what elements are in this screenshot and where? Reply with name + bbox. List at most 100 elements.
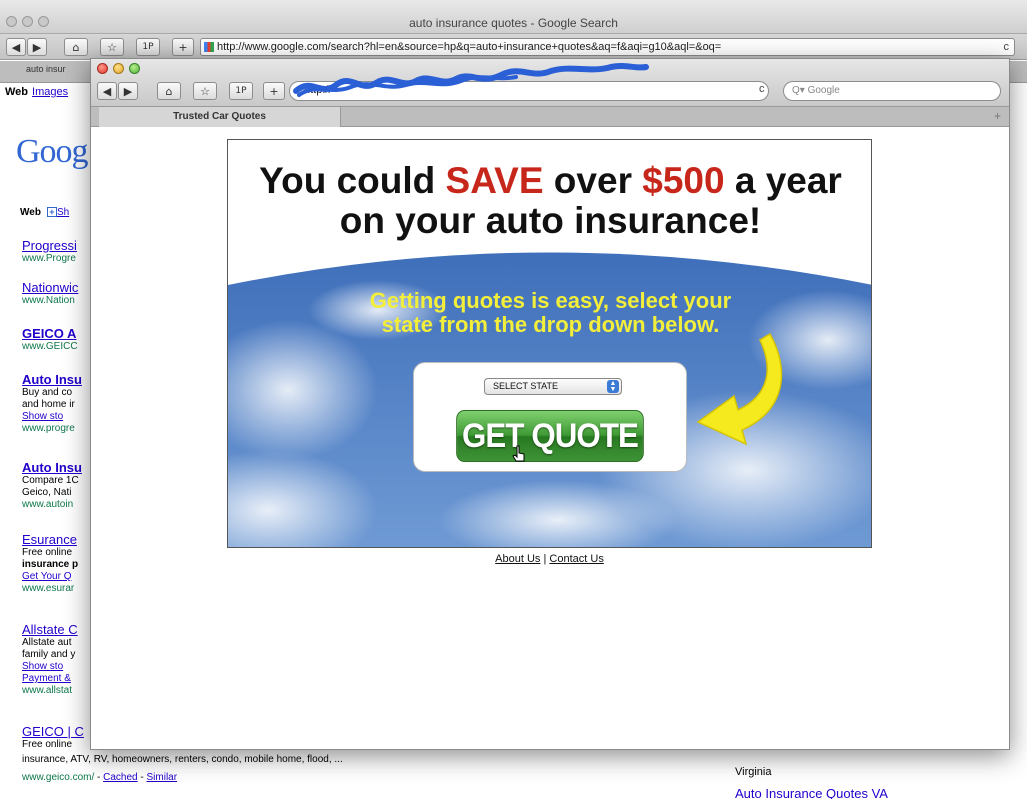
result-title[interactable]: Allstate C bbox=[22, 622, 90, 637]
tab-trusted-car-quotes[interactable]: Trusted Car Quotes bbox=[99, 107, 341, 127]
result-snippet: and home ir bbox=[22, 399, 75, 410]
headline-text: a year bbox=[724, 160, 842, 201]
home-button[interactable]: ⌂ bbox=[157, 82, 181, 100]
ad-footer-links: About Us | Contact Us bbox=[227, 553, 872, 565]
result-show-stocks[interactable]: Show sto bbox=[22, 661, 90, 673]
cached-link[interactable]: Cached bbox=[103, 772, 137, 783]
window-title: auto insurance quotes - Google Search bbox=[409, 16, 618, 30]
popup-browser-window: ◀ ▶ ⌂ ☆ 1P + http:// c Q▾ Google Trusted… bbox=[90, 58, 1010, 750]
1p-button[interactable]: 1P bbox=[229, 82, 253, 100]
add-bookmark-button[interactable]: + bbox=[172, 38, 194, 56]
get-quote-button[interactable]: GET QUOTE bbox=[456, 410, 644, 462]
result-url-line: www.geico.com/ - Cached - Similar bbox=[22, 772, 178, 783]
result-url: www.Nation bbox=[22, 295, 75, 306]
result-show-stocks[interactable]: Show sto bbox=[22, 411, 90, 423]
result-snippet: insurance p bbox=[22, 559, 79, 570]
headline-save: SAVE bbox=[445, 160, 544, 201]
back-button[interactable]: ◀ bbox=[6, 38, 26, 56]
1p-button[interactable]: 1P bbox=[136, 38, 160, 56]
select-arrows-icon: ▲ ▼ bbox=[607, 380, 619, 393]
popup-address-bar[interactable]: http:// bbox=[289, 81, 769, 101]
expand-icon[interactable]: + bbox=[46, 207, 57, 218]
result-snippet: Compare 1C bbox=[22, 475, 79, 486]
zoom-window-button[interactable] bbox=[129, 63, 140, 74]
home-button[interactable]: ⌂ bbox=[64, 38, 88, 56]
background-tab[interactable]: auto insur bbox=[26, 64, 66, 74]
popup-title-bar: ◀ ▶ ⌂ ☆ 1P + http:// c Q▾ Google bbox=[91, 59, 1009, 107]
result-snippet: Allstate aut bbox=[22, 637, 72, 648]
popup-address-url: http:// bbox=[304, 84, 332, 96]
address-bar[interactable]: http://www.google.com/search?hl=en&sourc… bbox=[200, 38, 1015, 56]
popup-search-field[interactable]: Q▾ Google bbox=[783, 81, 1001, 101]
result-title[interactable]: GEICO A bbox=[22, 326, 90, 341]
background-toolbar: ◀ ▶ ⌂ ☆ 1P + http://www.google.com/searc… bbox=[0, 34, 1027, 60]
reload-icon[interactable]: c bbox=[759, 83, 765, 95]
bookmark-button[interactable]: ☆ bbox=[193, 82, 217, 100]
result-snippet: Free online bbox=[22, 547, 73, 558]
search-result: Nationwic www.Nation bbox=[22, 280, 90, 307]
search-result: Progressi www.Progre bbox=[22, 238, 90, 265]
ad-headline: You could SAVE over $500 a year bbox=[228, 160, 871, 202]
result-title[interactable]: Progressi bbox=[22, 238, 90, 253]
state-select-value: SELECT STATE bbox=[493, 381, 559, 391]
result-title[interactable]: Esurance bbox=[22, 532, 90, 547]
close-window-button[interactable] bbox=[97, 63, 108, 74]
minimize-window-button[interactable] bbox=[113, 63, 124, 74]
search-result: Auto Insu Compare 1C Geico, Nati www.aut… bbox=[22, 460, 90, 511]
result-snippet: family and y bbox=[22, 649, 76, 660]
result-url: www.geico.com/ bbox=[22, 772, 95, 783]
show-options-link[interactable]: Sh bbox=[57, 207, 69, 218]
reload-icon[interactable]: c bbox=[1004, 39, 1010, 55]
yellow-arrow-icon bbox=[696, 332, 783, 446]
result-url: www.allstat bbox=[22, 685, 73, 696]
about-us-link[interactable]: About Us bbox=[495, 553, 540, 565]
new-tab-button[interactable]: + bbox=[994, 109, 1001, 123]
popup-tab-bar: Trusted Car Quotes + bbox=[91, 107, 1009, 127]
nav-web[interactable]: Web bbox=[5, 86, 28, 98]
search-result: GEICO | C Free online bbox=[22, 724, 90, 751]
headline-text: You could bbox=[259, 160, 446, 201]
site-favicon-icon bbox=[204, 42, 214, 52]
sidebar-ad-text: Virginia bbox=[735, 766, 772, 778]
ad-headline-line2: on your auto insurance! bbox=[339, 200, 762, 241]
forward-button[interactable]: ▶ bbox=[118, 82, 138, 100]
forward-button[interactable]: ▶ bbox=[27, 38, 47, 56]
state-select[interactable]: SELECT STATE ▲ ▼ bbox=[484, 378, 622, 395]
result-snippet: Buy and co bbox=[22, 387, 73, 398]
add-bookmark-button[interactable]: + bbox=[263, 82, 285, 100]
search-result: GEICO A www.GEICC bbox=[22, 326, 90, 353]
search-placeholder: Google bbox=[807, 85, 840, 96]
search-result: Allstate C Allstate aut family and y Sho… bbox=[22, 622, 90, 697]
back-button[interactable]: ◀ bbox=[97, 82, 117, 100]
result-url: www.progre bbox=[22, 423, 75, 434]
result-snippet: insurance, ATV, RV, homeowners, renters,… bbox=[22, 754, 343, 765]
result-url: www.autoin bbox=[22, 499, 74, 510]
result-url: www.esurar bbox=[22, 583, 75, 594]
result-url: www.Progre bbox=[22, 253, 76, 264]
result-link[interactable]: Payment & bbox=[22, 673, 90, 685]
sidebar-ad-link[interactable]: Auto Insurance Quotes VA bbox=[735, 786, 888, 799]
search-icon: Q▾ bbox=[792, 85, 808, 96]
web-results-bar: Web + Sh bbox=[20, 207, 69, 218]
google-logo[interactable]: Goog bbox=[16, 133, 89, 171]
contact-us-link[interactable]: Contact Us bbox=[549, 553, 603, 565]
result-title[interactable]: GEICO | C bbox=[22, 724, 90, 739]
bookmark-button[interactable]: ☆ bbox=[100, 38, 124, 56]
result-link[interactable]: Get Your Q bbox=[22, 571, 90, 583]
similar-link[interactable]: Similar bbox=[147, 772, 178, 783]
result-title[interactable]: Auto Insu bbox=[22, 372, 90, 387]
nav-images[interactable]: Images bbox=[32, 86, 68, 98]
result-title[interactable]: Nationwic bbox=[22, 280, 90, 295]
hand-cursor-icon bbox=[512, 445, 525, 462]
result-url: www.GEICC bbox=[22, 341, 78, 352]
result-snippet: Geico, Nati bbox=[22, 487, 72, 498]
search-result: Auto Insu Buy and co and home ir Show st… bbox=[22, 372, 90, 435]
footer-separator: | bbox=[543, 553, 547, 565]
result-title[interactable]: Auto Insu bbox=[22, 460, 90, 475]
headline-amount: $500 bbox=[642, 160, 725, 201]
google-nav-links: Web Images bbox=[5, 86, 68, 98]
search-result: Esurance Free online insurance p Get You… bbox=[22, 532, 90, 595]
result-snippet: Free online bbox=[22, 739, 73, 750]
background-title-bar: auto insurance quotes - Google Search bbox=[0, 0, 1027, 34]
headline-text: over bbox=[543, 160, 643, 201]
